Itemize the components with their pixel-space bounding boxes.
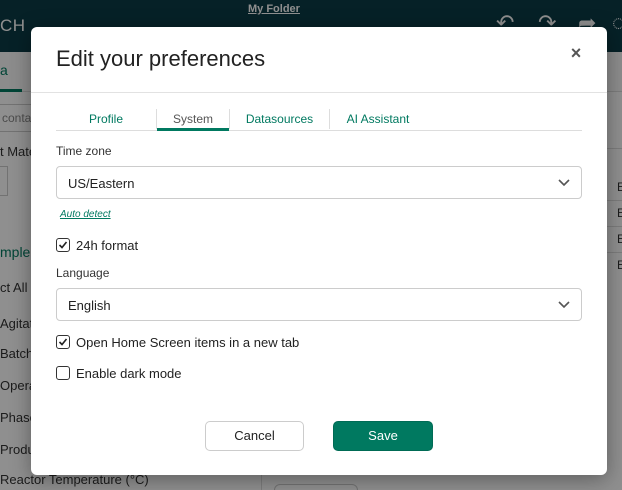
check-icon [58,338,68,346]
tab-system[interactable]: System [157,107,229,131]
chevron-down-icon [558,301,570,309]
open-new-tab-label: Open Home Screen items in a new tab [76,335,300,350]
save-button[interactable]: Save [333,421,433,451]
timezone-label: Time zone [56,144,112,158]
open-new-tab-checkbox[interactable] [56,335,70,349]
dark-mode-label: Enable dark mode [76,366,182,381]
timezone-select[interactable]: US/Eastern [56,166,582,199]
dark-mode-checkbox[interactable] [56,366,70,380]
language-value: English [68,298,111,313]
auto-detect-link[interactable]: Auto detect [60,209,111,220]
format-24h-label: 24h format [76,238,139,253]
chevron-down-icon [558,179,570,187]
dialog-header: Edit your preferences × [31,27,607,93]
tab-datasources[interactable]: Datasources [230,107,329,131]
preferences-tabs: Profile System Datasources AI Assistant [56,107,582,131]
format-24h-checkbox[interactable] [56,238,70,252]
dialog-title: Edit your preferences [56,46,266,71]
tab-ai-assistant[interactable]: AI Assistant [330,107,426,131]
language-select[interactable]: English [56,288,582,321]
cancel-button[interactable]: Cancel [205,421,304,451]
check-icon [58,241,68,249]
tab-profile[interactable]: Profile [56,107,156,131]
close-icon[interactable]: × [566,43,586,63]
language-label: Language [56,266,110,280]
preferences-dialog: Edit your preferences × Profile System D… [31,27,607,475]
timezone-value: US/Eastern [68,176,135,191]
